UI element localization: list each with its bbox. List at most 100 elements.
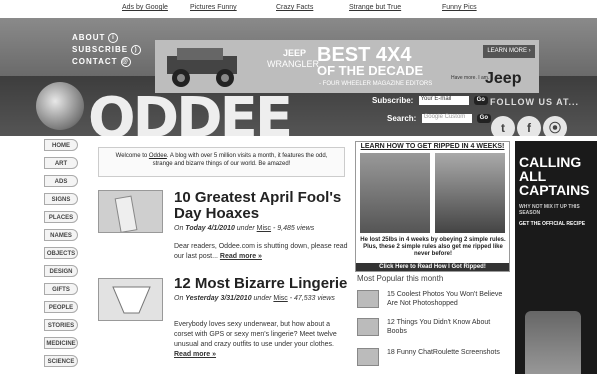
fitness-ad-cta-link[interactable]: Click Here to Read How I Got Ripped! — [356, 263, 509, 271]
post-date: Today 4/1/2010 — [185, 225, 235, 232]
sidebar-item-places[interactable]: PLACES — [44, 211, 78, 223]
post-title-link[interactable]: 10 Greatest April Fool's Day Hoaxes — [174, 190, 349, 222]
sidebar-item-names[interactable]: NAMES — [44, 229, 78, 241]
sidebar-item-art[interactable]: ART — [44, 157, 78, 169]
read-more-link[interactable]: Read more » — [174, 351, 216, 358]
banner-attribution: - FOUR WHEELER MAGAZINE EDITORS — [319, 81, 433, 87]
rss-small-icon: ) — [131, 45, 142, 55]
sidebar-item-people[interactable]: PEOPLE — [44, 301, 78, 313]
top-link-ads-by-google[interactable]: Ads by Google — [122, 4, 168, 11]
subscribe-form: Subscribe: Your E-mail Go — [372, 96, 488, 106]
captain-ad-cta[interactable]: GET THE OFFICIAL RECIPE — [519, 221, 585, 227]
search-go-button[interactable]: Go — [476, 114, 491, 124]
nav-about-label: ABOUT — [72, 33, 106, 43]
popular-item-link[interactable]: 15 Coolest Photos You Won't Believe Are … — [387, 290, 507, 308]
subscribe-label: Subscribe: — [372, 96, 414, 105]
fitness-ad[interactable]: LEARN HOW TO GET RIPPED IN 4 WEEKS! He l… — [355, 141, 510, 272]
leaning-tower-image — [99, 191, 162, 232]
before-photo — [360, 153, 430, 233]
oddee-logo[interactable]: ODDEE — [88, 80, 293, 136]
list-item[interactable]: 15 Coolest Photos You Won't Believe Are … — [357, 288, 510, 314]
post-thumbnail-lingerie[interactable] — [98, 278, 163, 321]
popular-thumbnail — [357, 348, 379, 366]
top-link-pictures-funny[interactable]: Pictures Funny — [190, 4, 237, 11]
post-meta-under: under — [251, 295, 274, 302]
popular-item-link[interactable]: 18 Funny ChatRoulette Screenshots — [387, 348, 507, 357]
top-link-strange-but-true[interactable]: Strange but True — [349, 4, 401, 11]
top-link-crazy-facts[interactable]: Crazy Facts — [276, 4, 313, 11]
facebook-icon[interactable]: f — [517, 116, 541, 136]
nav-subscribe[interactable]: SUBSCRIBE) — [72, 45, 142, 55]
post-meta: On Yesterday 3/31/2010 under Misc - 47,5… — [174, 294, 349, 303]
read-more-link[interactable]: Read more » — [220, 253, 262, 260]
welcome-box: Welcome to Oddee. A blog with over 5 mil… — [98, 147, 345, 177]
follow-us-heading: FOLLOW US AT... — [490, 97, 579, 107]
captain-morgan-ad[interactable]: CALLING ALL CAPTAINS WHY NOT MIX IT UP T… — [515, 141, 597, 374]
post-meta-under: under — [234, 225, 257, 232]
site-header: ABOUT i SUBSCRIBE) CONTACT @ JEEP WRANGLER… — [0, 18, 597, 136]
post-category-link[interactable]: Misc — [257, 225, 271, 232]
post-category-link[interactable]: Misc — [273, 295, 287, 302]
welcome-prefix: Welcome to — [115, 153, 149, 159]
post-excerpt: Dear readers, Oddee.com is shutting down… — [174, 242, 350, 262]
post-meta-on: On — [174, 295, 186, 302]
fitness-ad-caption: He lost 25lbs in 4 weeks by obeying 2 si… — [360, 237, 506, 257]
post-title-link[interactable]: 12 Most Bizarre Lingerie — [174, 276, 349, 292]
jeep-logo: Jeep — [485, 70, 522, 87]
sidebar-item-objects[interactable]: OBJECTS — [44, 247, 78, 259]
list-item[interactable]: 12 Things You Didn't Know About Boobs — [357, 316, 510, 342]
sidebar-item-stories[interactable]: STORIES — [44, 319, 78, 331]
post-meta: On Today 4/1/2010 under Misc - 9,485 vie… — [174, 224, 349, 233]
captain-ad-tagline: WHY NOT MIX IT UP THIS SEASON — [519, 204, 580, 216]
welcome-site-link[interactable]: Oddee — [149, 153, 167, 159]
fitness-ad-headline: LEARN HOW TO GET RIPPED IN 4 WEEKS! — [360, 143, 505, 150]
post-excerpt-text: Everybody loves sexy underwear, but how … — [174, 321, 337, 348]
post-meta-on: On — [174, 225, 186, 232]
info-icon: i — [108, 33, 119, 43]
nav-about[interactable]: ABOUT i — [72, 33, 119, 43]
banner-tagline: Have more. I am. — [451, 75, 490, 81]
search-form: Search: Google Custom Go — [387, 114, 491, 124]
banner-learn-more-button[interactable]: LEARN MORE › — [483, 45, 535, 58]
lingerie-image — [99, 279, 162, 320]
popular-item-link[interactable]: 12 Things You Didn't Know About Boobs — [387, 318, 507, 336]
after-photo — [435, 153, 505, 233]
sidebar-item-science[interactable]: SCIENCE — [44, 355, 78, 367]
captain-ad-headline: CALLING ALL CAPTAINS — [519, 154, 590, 198]
top-link-funny-pics[interactable]: Funny Pics — [442, 4, 477, 11]
welcome-suffix: . A blog with over 5 million visits a mo… — [152, 153, 328, 167]
mail-icon: @ — [120, 57, 131, 67]
rss-icon[interactable]: ⦿ — [543, 116, 567, 136]
post-excerpt: Everybody loves sexy underwear, but how … — [174, 320, 350, 360]
sidebar-item-medicine[interactable]: MEDICINE — [44, 337, 78, 349]
banner-subheadline: OF THE DECADE — [317, 63, 424, 78]
ad-links-bar: Ads by Google Pictures Funny Crazy Facts… — [0, 0, 597, 18]
sidebar-item-signs[interactable]: SIGNS — [44, 193, 78, 205]
search-input[interactable]: Google Custom — [421, 114, 472, 124]
popular-thumbnail — [357, 318, 379, 336]
subscribe-go-button[interactable]: Go — [473, 96, 488, 106]
sidebar-item-ads[interactable]: ADS — [44, 175, 78, 187]
sidebar-item-gifts[interactable]: GIFTS — [44, 283, 78, 295]
post-date: Yesterday 3/31/2010 — [185, 295, 252, 302]
nav-subscribe-label: SUBSCRIBE — [72, 45, 129, 55]
most-popular-title: Most Popular this month — [357, 274, 444, 283]
sidebar-item-home[interactable]: HOME — [44, 139, 78, 151]
banner-wrangler-word: WRANGLER — [267, 59, 320, 69]
post-views: - 47,533 views — [287, 295, 335, 302]
globe-icon — [36, 82, 84, 130]
bottle-image — [525, 311, 581, 374]
popular-thumbnail — [357, 290, 379, 308]
most-popular-section: Most Popular this month 15 Coolest Photo… — [357, 274, 510, 366]
sidebar-item-design[interactable]: DESIGN — [44, 265, 78, 277]
nav-contact[interactable]: CONTACT @ — [72, 57, 131, 67]
email-field[interactable]: Your E-mail — [418, 96, 469, 106]
sidebar-nav: HOME ART ADS SIGNS PLACES NAMES OBJECTS … — [44, 138, 80, 374]
nav-contact-label: CONTACT — [72, 57, 118, 67]
search-label: Search: — [387, 114, 417, 123]
banner-jeep-word: JEEP — [283, 48, 307, 58]
list-item[interactable]: 18 Funny ChatRoulette Screenshots — [357, 346, 510, 372]
twitter-icon[interactable]: t — [491, 116, 515, 136]
post-views: - 9,485 views — [271, 225, 315, 232]
post-thumbnail-tower[interactable] — [98, 190, 163, 233]
